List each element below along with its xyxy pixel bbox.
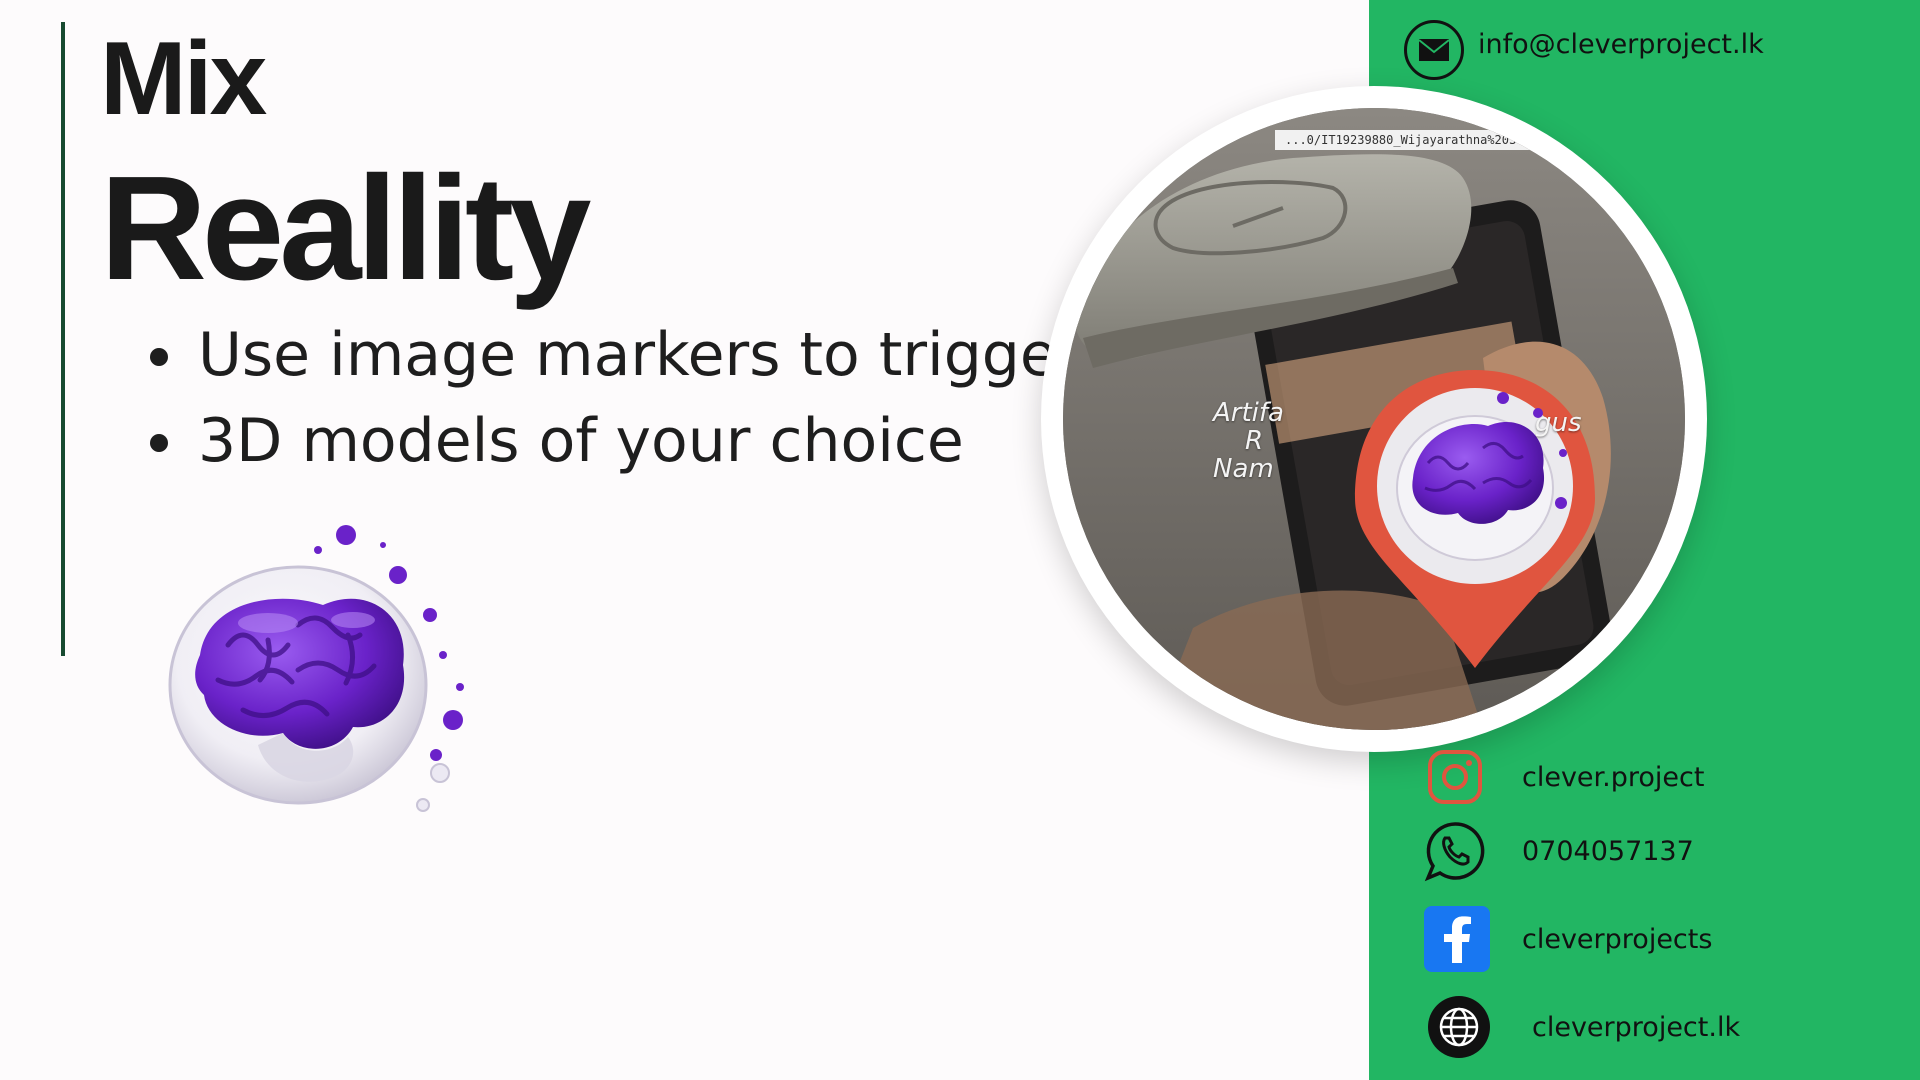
contact-website-text[interactable]: cleverproject.lk (1532, 1012, 1740, 1043)
mail-icon (1404, 20, 1464, 80)
ar-scene (1063, 108, 1685, 730)
ar-overlay-text: gus (1535, 408, 1582, 438)
feature-item: Use image markers to trigger (140, 312, 1081, 398)
feature-text: Use image markers to trigger (198, 320, 1082, 390)
accent-bar (61, 22, 65, 656)
brain-3d-illustration (168, 525, 464, 812)
contact-facebook[interactable]: cleverprojects (1424, 906, 1712, 972)
feature-text: 3D models of your choice (198, 406, 964, 476)
bullet-dot (150, 348, 168, 366)
contact-whatsapp[interactable]: 0704057137 (1424, 820, 1694, 882)
feature-list: Use image markers to trigger 3D models o… (140, 312, 1081, 484)
contact-email-text[interactable]: info@cleverproject.lk (1478, 29, 1764, 60)
facebook-icon (1424, 906, 1490, 972)
contact-facebook-text[interactable]: cleverprojects (1522, 924, 1712, 955)
ar-overlay-text: Artifa (1213, 398, 1284, 428)
bullet-dot (150, 434, 168, 452)
contact-instagram[interactable]: clever.project (1426, 748, 1704, 806)
headline-line-1: Mix (100, 21, 267, 137)
ar-overlay-text: Nam (1213, 454, 1274, 484)
ar-overlay-text: R (1245, 426, 1264, 456)
contact-whatsapp-text[interactable]: 0704057137 (1522, 836, 1694, 867)
instagram-icon (1426, 748, 1484, 806)
whatsapp-icon (1424, 820, 1486, 882)
ar-url-bar: ...0/IT19239880_Wijayarathna%20S.M/it r.… (1275, 130, 1599, 150)
ar-preview-photo: ...0/IT19239880_Wijayarathna%20S.M/it r.… (1063, 108, 1685, 730)
headline-line-2: Reallity (100, 146, 591, 311)
feature-item: 3D models of your choice (140, 398, 1081, 484)
globe-icon (1428, 996, 1490, 1058)
ar-preview-frame: ...0/IT19239880_Wijayarathna%20S.M/it r.… (1041, 86, 1707, 752)
contact-email[interactable]: info@cleverproject.lk (1404, 20, 1764, 80)
contact-website[interactable]: cleverproject.lk (1428, 996, 1740, 1058)
contact-instagram-text[interactable]: clever.project (1522, 762, 1704, 793)
